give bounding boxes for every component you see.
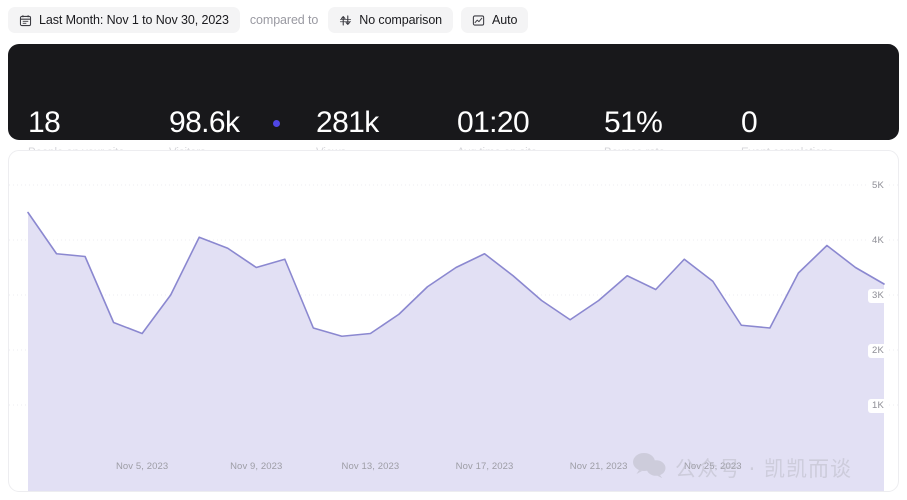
stat-value: 98.6k <box>169 106 240 139</box>
stat-value: 0 <box>741 106 758 139</box>
stat-value: 18 <box>28 106 61 139</box>
y-axis-label: 5K <box>867 179 888 193</box>
analytics-dashboard: Last Month: Nov 1 to Nov 30, 2023 compar… <box>0 0 907 500</box>
interval-label: Auto <box>492 13 518 27</box>
comparison-button[interactable]: No comparison <box>328 7 454 33</box>
y-axis-label: 2K <box>867 344 888 358</box>
x-axis-label: Nov 17, 2023 <box>455 461 514 472</box>
date-range-label: Last Month: Nov 1 to Nov 30, 2023 <box>39 13 229 27</box>
comparison-label: No comparison <box>359 13 443 27</box>
interval-button[interactable]: Auto <box>461 7 529 33</box>
calendar-icon <box>19 14 32 27</box>
visitors-chart-card[interactable]: 1K 2K 3K 4K 5K Nov 5, 2023 Nov 9, 2023 Nov 13,… <box>8 150 899 492</box>
y-axis-label: 4K <box>867 234 888 248</box>
x-axis-label: Nov 21, 2023 <box>569 461 628 472</box>
stat-value: 281k <box>316 106 379 139</box>
x-axis-label: Nov 25, 2023 <box>683 461 742 472</box>
stats-bar: 18 People on your site 98.6k Visitors 28… <box>8 44 899 159</box>
x-axis-label: Nov 5, 2023 <box>115 461 169 472</box>
x-axis-label: Nov 9, 2023 <box>230 461 283 472</box>
date-range-button[interactable]: Last Month: Nov 1 to Nov 30, 2023 <box>8 7 240 33</box>
compared-to-label: compared to <box>249 13 319 27</box>
visitors-area-chart[interactable] <box>9 151 899 492</box>
chart-area-fill <box>28 212 884 491</box>
stat-value: 51% <box>604 106 663 139</box>
y-axis-label: 1K <box>867 399 888 413</box>
line-chart-icon <box>472 14 485 27</box>
active-metric-dot <box>273 120 280 127</box>
compare-arrows-icon <box>339 14 352 27</box>
x-axis-label: Nov 13, 2023 <box>341 461 400 472</box>
stat-value: 01:20 <box>457 106 530 139</box>
toolbar: Last Month: Nov 1 to Nov 30, 2023 compar… <box>0 0 907 40</box>
y-axis-label: 3K <box>867 289 888 303</box>
